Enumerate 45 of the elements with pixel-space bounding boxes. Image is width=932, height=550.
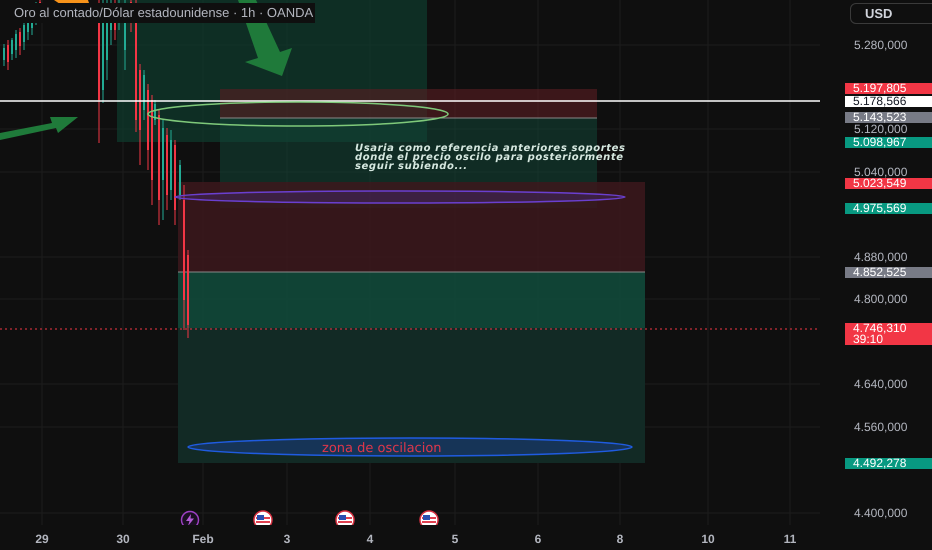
time-label: 8 — [616, 531, 624, 548]
chart-title: Oro al contado/Dólar estadounidense · 1h · OANDA — [12, 3, 316, 22]
price-tick: 4.400,000 — [854, 508, 908, 518]
candlestick — [7, 40, 9, 70]
time-label: 4 — [366, 531, 374, 548]
flag-icon[interactable] — [335, 510, 355, 525]
time-label: 30 — [116, 531, 130, 548]
time-label: 5 — [452, 531, 458, 548]
candlestick — [19, 28, 21, 56]
price-tick: 4.560,000 — [854, 422, 908, 432]
price-label: 5.197,805 — [845, 82, 932, 94]
price-tick: 4.640,000 — [854, 378, 908, 390]
price-label: 4.746,310 39:10 — [845, 322, 932, 344]
time-label: 29 — [35, 531, 49, 548]
time-label: 6 — [534, 531, 542, 548]
price-tick: 4.800,000 — [854, 294, 908, 304]
arrow-icon — [0, 117, 78, 140]
candlestick — [3, 44, 5, 66]
flag-icon[interactable] — [253, 510, 273, 525]
candlestick — [15, 30, 17, 58]
candlestick — [143, 70, 145, 120]
lightning-icon[interactable] — [180, 510, 200, 525]
price-label: 5.098,967 — [845, 136, 932, 148]
flag-icon[interactable] — [419, 510, 439, 525]
annotation-text: Usaria como referencia anteriores soportes donde el precio oscilo para posteriormente seguir subiendo... — [355, 144, 626, 171]
price-label: 4.975,569 — [845, 202, 932, 214]
price-label: 4.492,278 — [845, 458, 932, 468]
price-label: 5.178,566 — [845, 96, 932, 106]
zone-label: zona de oscilacion — [322, 440, 442, 458]
price-tick: 4.880,000 — [854, 252, 908, 262]
price-tick: 5.040,000 — [854, 166, 908, 178]
price-tick: 5.280,000 — [854, 40, 908, 50]
candlestick — [23, 22, 25, 50]
price-label: 5.143,523 — [845, 112, 932, 122]
currency-button[interactable]: USD — [850, 3, 932, 24]
candlestick — [11, 38, 13, 60]
price-label: 5.023,549 — [845, 178, 932, 188]
time-label: 11 — [784, 531, 796, 548]
candlestick — [170, 130, 172, 200]
candlestick — [179, 160, 181, 200]
price-label: 4.852,525 — [845, 266, 932, 278]
time-label: 10 — [701, 531, 715, 548]
time-label: Feb — [192, 531, 214, 548]
time-label: 3 — [284, 531, 290, 548]
price-tick: 5.120,000 — [854, 124, 908, 134]
